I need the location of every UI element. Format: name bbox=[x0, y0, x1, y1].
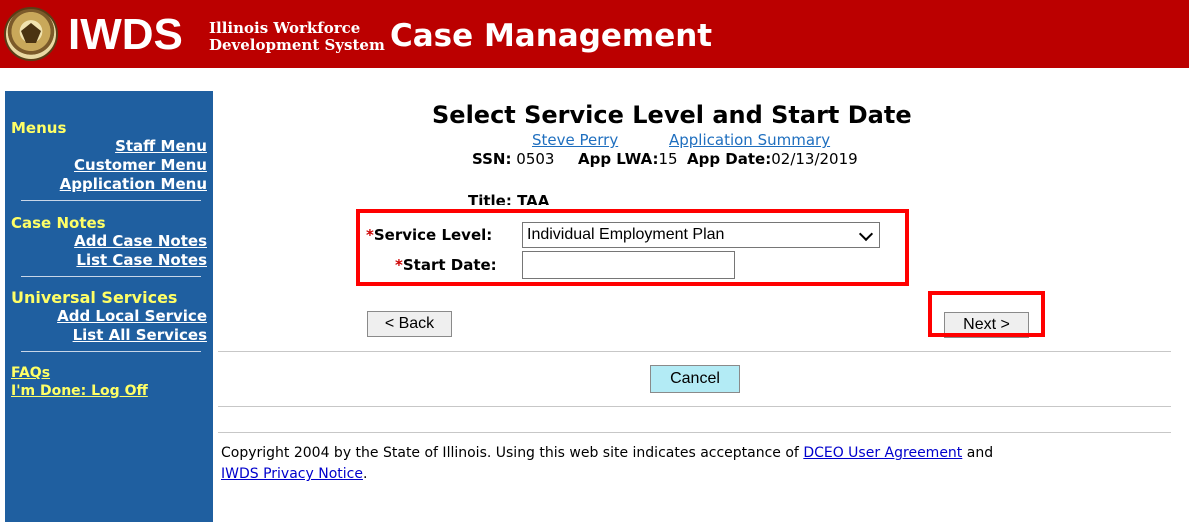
sidebar-heading-universal-services: Universal Services bbox=[11, 288, 178, 307]
sidebar-item-faqs[interactable]: FAQs bbox=[11, 364, 207, 382]
program-title: Title: TAA bbox=[468, 192, 550, 205]
app-lwa-value: 15 bbox=[658, 150, 678, 168]
sidebar-item-list-case-notes[interactable]: List Case Notes bbox=[11, 251, 207, 270]
cancel-button[interactable]: Cancel bbox=[650, 365, 740, 393]
app-title: Case Management bbox=[390, 18, 713, 54]
sidebar-heading-case-notes: Case Notes bbox=[11, 214, 106, 232]
footer: Copyright 2004 by the State of Illinois.… bbox=[221, 445, 994, 482]
sidebar-divider bbox=[21, 351, 201, 352]
form-highlight-box bbox=[356, 209, 909, 286]
logo-subtitle: Illinois Workforce Development System bbox=[209, 19, 385, 54]
sidebar-item-customer-menu[interactable]: Customer Menu bbox=[11, 156, 207, 175]
ssn-value: 0503 bbox=[516, 150, 555, 168]
sidebar-item-add-case-notes[interactable]: Add Case Notes bbox=[11, 232, 207, 251]
application-summary-link[interactable]: Application Summary bbox=[669, 131, 830, 149]
iwds-privacy-notice-link[interactable]: IWDS Privacy Notice bbox=[221, 466, 363, 482]
dceo-user-agreement-link[interactable]: DCEO User Agreement bbox=[803, 445, 962, 461]
sidebar-item-application-menu[interactable]: Application Menu bbox=[11, 175, 207, 194]
sidebar-item-staff-menu[interactable]: Staff Menu bbox=[11, 137, 207, 156]
sidebar-heading-menus: Menus bbox=[11, 119, 67, 137]
ssn-info: SSN: 0503 bbox=[472, 150, 555, 168]
iwds-logo-text: IWDS bbox=[68, 10, 183, 59]
app-lwa-info: App LWA:15 bbox=[578, 150, 678, 168]
sidebar-item-logoff[interactable]: I'm Done: Log Off bbox=[11, 382, 207, 400]
divider bbox=[218, 406, 1171, 407]
back-button[interactable]: < Back bbox=[367, 311, 452, 337]
app-date-value: 02/13/2019 bbox=[771, 150, 858, 168]
divider bbox=[218, 432, 1171, 433]
illinois-seal-icon bbox=[4, 7, 58, 61]
divider bbox=[218, 351, 1171, 352]
app-header: IWDS Illinois Workforce Development Syst… bbox=[0, 0, 1189, 71]
sidebar-divider bbox=[21, 276, 201, 277]
sidebar-divider bbox=[21, 200, 201, 201]
sidebar-item-list-all-services[interactable]: List All Services bbox=[11, 326, 207, 345]
customer-name-link[interactable]: Steve Perry bbox=[532, 131, 618, 149]
sidebar-item-add-local-service[interactable]: Add Local Service bbox=[11, 307, 207, 326]
next-highlight-box bbox=[928, 291, 1045, 337]
app-date-info: App Date:02/13/2019 bbox=[687, 150, 858, 168]
page-title: Select Service Level and Start Date bbox=[432, 101, 912, 129]
sidebar: Menus Staff Menu Customer Menu Applicati… bbox=[5, 91, 213, 522]
